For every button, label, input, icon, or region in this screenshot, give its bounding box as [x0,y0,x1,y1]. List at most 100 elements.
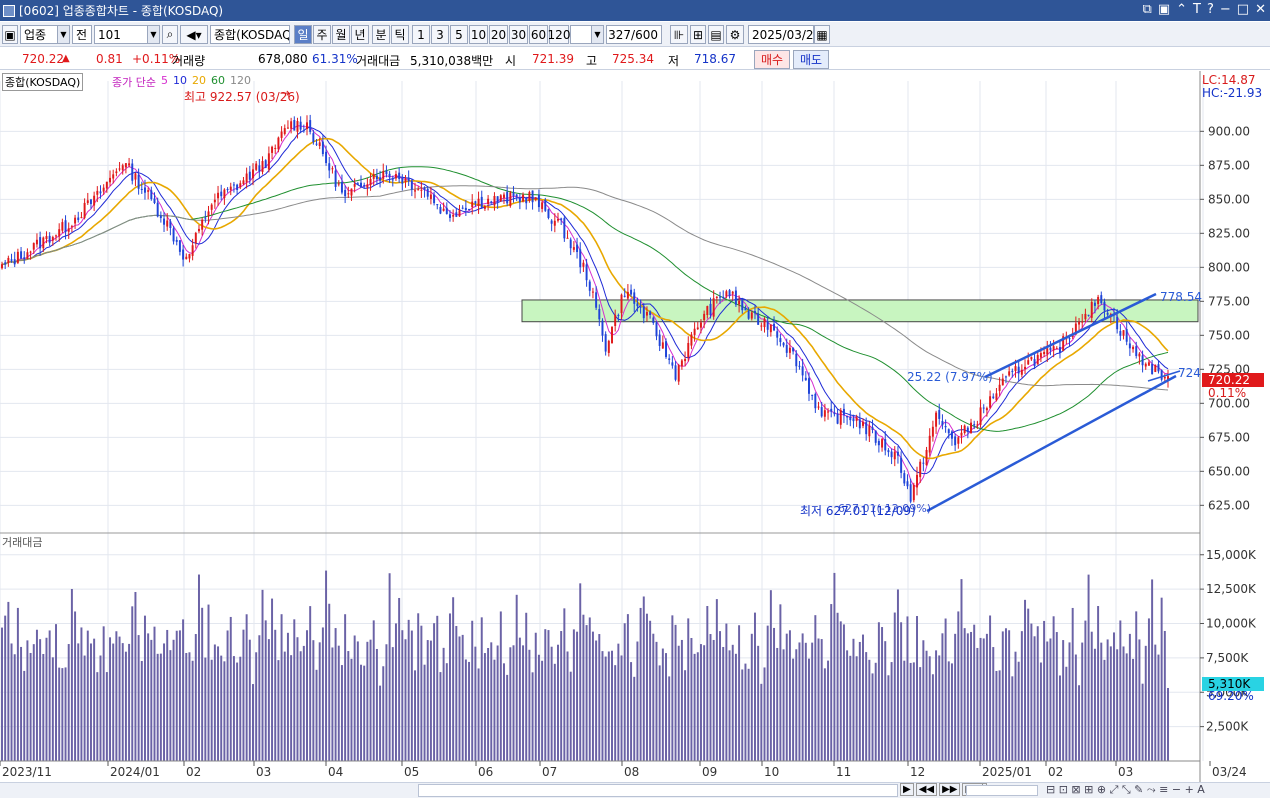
split-icon[interactable]: ⊞ [690,25,706,44]
interval-10[interactable]: 10 [469,25,488,44]
candle-body [1147,362,1150,366]
volume-bar [506,674,509,761]
play-button[interactable]: ▶ [900,783,914,796]
speaker-icon[interactable]: ◀▾ [180,25,208,44]
close-button[interactable]: ✕ [1255,2,1266,17]
candle-body [1100,295,1103,304]
calendar-icon[interactable]: ▦ [814,25,830,44]
volume-bar [102,626,105,761]
count-field[interactable]: 327/600 [606,25,662,44]
maximize-button[interactable]: □ [1237,2,1249,17]
candle-body [798,365,801,367]
view-icons[interactable]: ⊟ ⊡ ⊠ ⊞ ⊕ ⤢ ⤡ ✎ ⤳ ≡ − + A [1046,783,1205,797]
tab-tick[interactable]: 틱 [391,25,409,44]
candle-body [1128,343,1131,349]
interval-custom-select[interactable]: ▼ [570,25,604,44]
candle-body [204,217,207,219]
index-name-field: 종합(KOSDAQ) [210,25,290,44]
candle-body [938,410,941,419]
chart-type-icon[interactable]: ▣ [2,25,18,44]
scope-select[interactable]: 전 [72,25,92,44]
tab-minute[interactable]: 분 [372,25,390,44]
volume-bar [744,663,747,761]
interval-1[interactable]: 1 [412,25,430,44]
volume-bar [226,630,229,761]
volume-bar [598,634,601,761]
interval-30[interactable]: 30 [509,25,528,44]
zoom-slider[interactable] [966,785,1038,796]
pin-icon[interactable]: ⌃ [1176,2,1187,17]
volume-bar [7,601,10,761]
candle-body [1033,359,1036,367]
volume-bar [115,631,118,761]
candle-body [1093,302,1096,306]
tab-week[interactable]: 주 [313,25,331,44]
volume-bar [55,624,57,761]
candle-body [884,439,887,451]
candle-body [725,291,728,297]
interval-60[interactable]: 60 [529,25,548,44]
time-tick-label: 05 [404,765,419,779]
tab-month[interactable]: 월 [332,25,350,44]
interval-3[interactable]: 3 [431,25,449,44]
help-icon[interactable]: ? [1207,2,1214,17]
buy-button[interactable]: 매수 [754,50,790,69]
volume-bar [633,676,636,761]
volume-bar [274,629,277,761]
volume-bar [217,646,220,761]
market-select[interactable]: 업종 ▼ [20,25,70,44]
volume-bar [299,651,302,761]
candle-body [630,289,633,295]
date-field[interactable]: 2025/03/24 [748,25,814,44]
candle-body [379,177,382,181]
candle-body [1008,371,1011,376]
horizontal-scrollbar[interactable] [418,784,898,797]
volume-bar [709,634,712,761]
volume-bar [1001,631,1004,761]
interval-120[interactable]: 120 [548,25,570,44]
candle-icon[interactable]: ⊪ [670,25,688,44]
volume-bar [896,589,899,761]
volume-bar [642,596,645,761]
volume-bar [712,639,715,761]
interval-5[interactable]: 5 [450,25,468,44]
gear-icon[interactable]: ⚙ [726,25,744,44]
tab-year[interactable]: 년 [351,25,369,44]
font-icon[interactable]: T [1193,2,1201,17]
candle-body [750,312,753,319]
candle-body [687,342,690,358]
forward-button[interactable]: ▶▶ [939,783,961,796]
link-icon[interactable]: ⧉ [1143,2,1152,17]
sell-button[interactable]: 매도 [793,50,829,69]
price-volume-chart[interactable]: 900.00 875.00 850.00 825.00 800.00 775.00 750.… [0,71,1270,783]
candle-body [109,177,112,183]
candle-body [515,194,518,197]
volume-bar [93,638,96,761]
candle-body [236,184,239,190]
volume-bar [51,657,54,761]
tab-day[interactable]: 일 [294,25,312,44]
rewind-button[interactable]: ◀◀ [915,783,938,796]
interval-20[interactable]: 20 [489,25,508,44]
save-icon[interactable]: ▤ [708,25,724,44]
volume-bar [45,637,48,761]
volume-bar [966,633,969,761]
chart-area[interactable]: 900.00 875.00 850.00 825.00 800.00 775.00 750.… [0,71,1270,783]
code-input[interactable]: 101 ▼ [94,25,160,44]
volume-bar [302,645,305,761]
layout-icon[interactable]: ▣ [1158,2,1170,17]
candle-body [255,163,258,170]
candle-body [509,192,512,207]
minimize-button[interactable]: − [1220,2,1231,17]
volume-bar [169,650,172,761]
candle-body [569,239,572,249]
volume-bar [1144,645,1147,761]
candle-body [760,325,763,327]
low-value: 718.67 [694,52,736,66]
volume-bar [750,633,753,761]
candle-body [855,417,858,421]
volume-bar [534,632,537,761]
search-icon[interactable]: ⌕ [162,25,178,44]
volume-bar [998,670,1001,761]
candle-body [893,451,896,460]
